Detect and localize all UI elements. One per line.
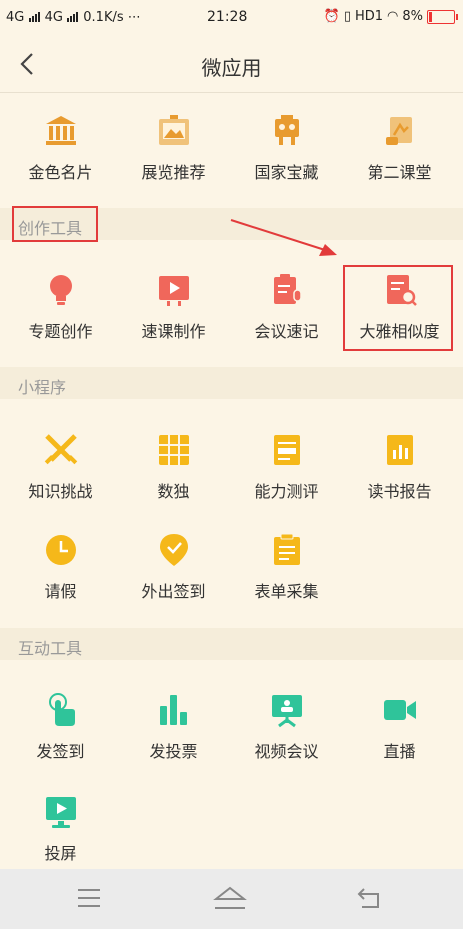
app-outdoor-checkin[interactable]: 外出签到 [117, 532, 230, 622]
section-interactive-tools: 互动工具 [0, 628, 463, 660]
tap-hand-icon [49, 693, 75, 726]
app-exhibition[interactable]: 展览推荐 [117, 113, 230, 203]
screen-cast-icon [46, 797, 76, 828]
home-icon[interactable] [212, 885, 248, 911]
app-reading-report[interactable]: 读书报告 [343, 432, 456, 522]
app-topic-create[interactable]: 专题创作 [4, 272, 117, 362]
signal-icon [28, 11, 41, 26]
app-sudoku[interactable]: 数独 [117, 432, 230, 522]
hd-label: HD1 [354, 9, 384, 24]
app-gold-card[interactable]: 金色名片 [4, 113, 117, 203]
location-pin-icon [160, 534, 188, 566]
system-nav-bar [0, 869, 463, 929]
highlight-box-item [343, 265, 453, 351]
app-ability-test[interactable]: 能力测评 [230, 432, 343, 522]
back-nav-icon[interactable] [356, 885, 384, 911]
app-national-treasure[interactable]: 国家宝藏 [230, 113, 343, 203]
app-leave[interactable]: 请假 [4, 532, 117, 622]
video-play-icon [159, 276, 189, 306]
treasure-icon [275, 115, 299, 145]
alarm-icon: ⏰ [323, 9, 340, 24]
classroom-icon [386, 117, 412, 145]
crossed-swords-icon [44, 434, 78, 465]
app-knowledge-challenge[interactable]: 知识挑战 [4, 432, 117, 522]
vibrate-icon: ▯ [343, 9, 351, 24]
highlight-box-section [12, 206, 98, 242]
report-book-icon [387, 435, 413, 465]
app-start-vote[interactable]: 发投票 [117, 692, 230, 782]
app-live-stream[interactable]: 直播 [343, 692, 456, 782]
app-form-collect[interactable]: 表单采集 [230, 532, 343, 622]
menu-icon[interactable] [76, 887, 102, 909]
app-second-classroom[interactable]: 第二课堂 [343, 113, 456, 203]
status-time: 21:28 [207, 9, 248, 25]
app-meeting-notes[interactable]: 会议速记 [230, 272, 343, 362]
battery-icon [427, 9, 458, 24]
nav-bar: 微应用 [0, 36, 463, 93]
signal-icon [67, 11, 79, 26]
page-title: 微应用 [201, 56, 262, 80]
app-start-checkin[interactable]: 发签到 [4, 692, 117, 782]
bar-chart-icon [160, 695, 187, 725]
wifi-icon: ◠ [387, 9, 399, 24]
form-clipboard-icon [274, 533, 300, 565]
annotation-arrow-icon [230, 219, 337, 256]
app-quick-course[interactable]: 速课制作 [117, 272, 230, 362]
clipboard-mic-icon [274, 274, 302, 304]
presentation-board-icon [272, 695, 302, 728]
video-camera-icon [384, 700, 416, 720]
battery-level: 8% [402, 9, 423, 24]
sudoku-grid-icon [159, 435, 189, 465]
status-bar: 4G 4G 0.1K/s ⋯ 21:28 ⏰ ▯ HD1 ◠ 8% [0, 0, 463, 36]
app-video-meeting[interactable]: 视频会议 [230, 692, 343, 782]
lightbulb-icon [50, 275, 72, 305]
test-sheet-icon [274, 435, 300, 465]
clock-icon [46, 535, 76, 565]
section-mini-programs: 小程序 [0, 367, 463, 399]
more-icon: ⋯ [127, 10, 141, 25]
museum-icon [46, 116, 76, 145]
network-status: 4G 4G 0.1K/s ⋯ [6, 10, 141, 26]
picture-frame-icon [159, 115, 189, 145]
